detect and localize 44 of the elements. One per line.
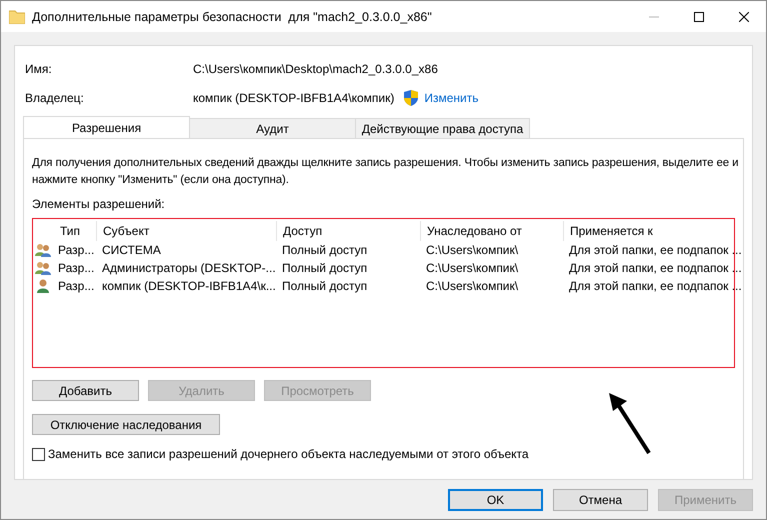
column-header[interactable]: Применяется к: [563, 221, 743, 241]
table-cell-text: Разр...: [57, 279, 96, 293]
tab[interactable]: Действующие права доступа: [355, 118, 530, 138]
table-cell-text: Разр...: [57, 243, 96, 257]
dialog-button[interactable]: Отмена: [553, 489, 648, 511]
table-cell-text: Полный доступ: [281, 261, 368, 275]
checkbox-label: Заменить все записи разрешений дочернего объекта наследуемыми от этого объекта: [48, 447, 529, 461]
name-value: C:\Users\компик\Desktop\mach2_0.3.0.0_x86: [193, 62, 439, 76]
column-header[interactable]: Унаследовано от: [420, 221, 563, 241]
owner-label: Владелец:: [25, 91, 85, 105]
entry-button[interactable]: Добавить: [32, 380, 139, 401]
disable-inheritance-button[interactable]: Отключение наследования: [32, 414, 220, 435]
window-title: Дополнительные параметры безопасности для "mach2_0.3.0.0_x86": [32, 10, 433, 24]
table-cell-text: C:\Users\компик\: [425, 243, 520, 257]
column-header[interactable]: Доступ: [276, 221, 420, 241]
folder-icon: [9, 10, 25, 24]
table-cell-text: Администраторы (DESKTOP-...: [101, 261, 276, 275]
shield-icon: [404, 90, 418, 106]
maximize-icon[interactable]: [694, 12, 704, 22]
dialog-button[interactable]: OK: [448, 489, 543, 511]
tab[interactable]: Разрешения: [23, 116, 190, 138]
checkbox[interactable]: [32, 448, 45, 460]
users-icon: [35, 261, 51, 275]
change-owner-link[interactable]: Изменить: [424, 91, 478, 105]
owner-value: компик (DESKTOP-IBFB1A4\компик): [193, 91, 394, 105]
table-cell-text: C:\Users\компик\: [425, 279, 520, 293]
instructions-text: Для получения дополнительных сведений дважды щелкните запись разрешения. Чтобы изменить запись разрешения, выделите ее и нажмите кнопку "Изменить" (если она доступна).: [32, 156, 740, 188]
table-cell-text: Для этой папки, ее подпапок ...: [568, 279, 743, 293]
table-cell-text: Полный доступ: [281, 279, 368, 293]
table-cell-text: компик (DESKTOP-IBFB1A4\к...: [101, 279, 276, 293]
list-label: Элементы разрешений:: [32, 197, 166, 211]
user-icon: [36, 279, 50, 293]
users-icon: [35, 243, 51, 257]
name-label: Имя:: [25, 62, 53, 76]
column-header[interactable]: Тип: [53, 221, 96, 241]
table-cell-text: Разр...: [57, 261, 96, 275]
column-header[interactable]: Субъект: [96, 221, 276, 241]
table-cell-text: Полный доступ: [281, 243, 368, 257]
table-cell-text: C:\Users\компик\: [425, 261, 520, 275]
tab[interactable]: Аудит: [189, 118, 356, 138]
table-cell-text: СИСТЕМА: [101, 243, 162, 257]
table-cell-text: Для этой папки, ее подпапок ...: [568, 261, 743, 275]
close-icon[interactable]: [738, 12, 748, 22]
table-cell-text: Для этой папки, ее подпапок ...: [568, 243, 743, 257]
